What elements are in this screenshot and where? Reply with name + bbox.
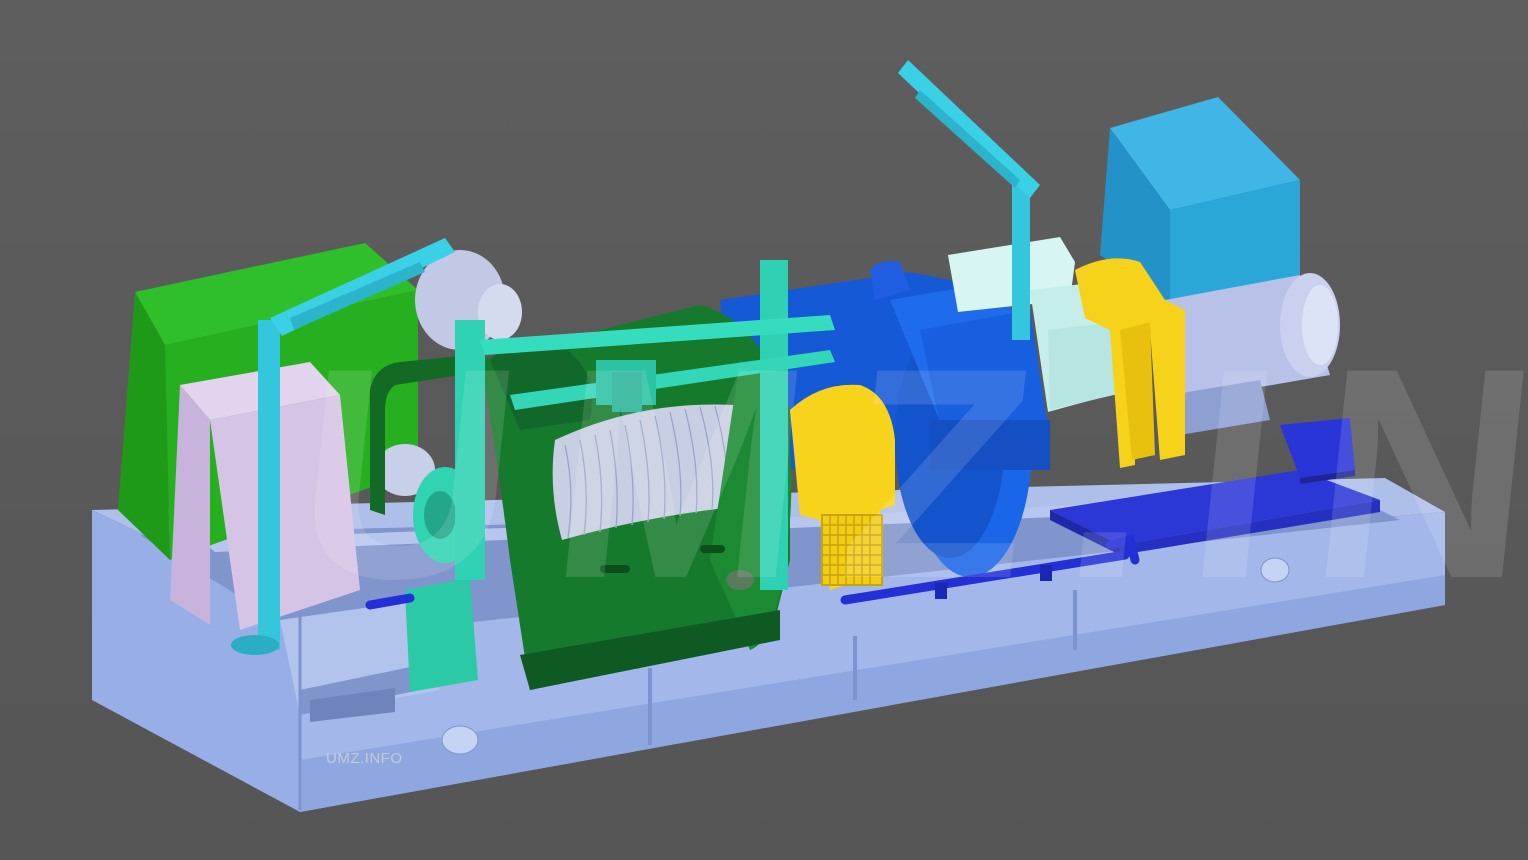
watermark-label: UMZ.INFO (326, 750, 403, 767)
render-viewport: UMZ.INFO UMZ.INFO (0, 0, 1528, 860)
winch-3d-model (92, 60, 1445, 812)
main-motor (1165, 273, 1340, 435)
